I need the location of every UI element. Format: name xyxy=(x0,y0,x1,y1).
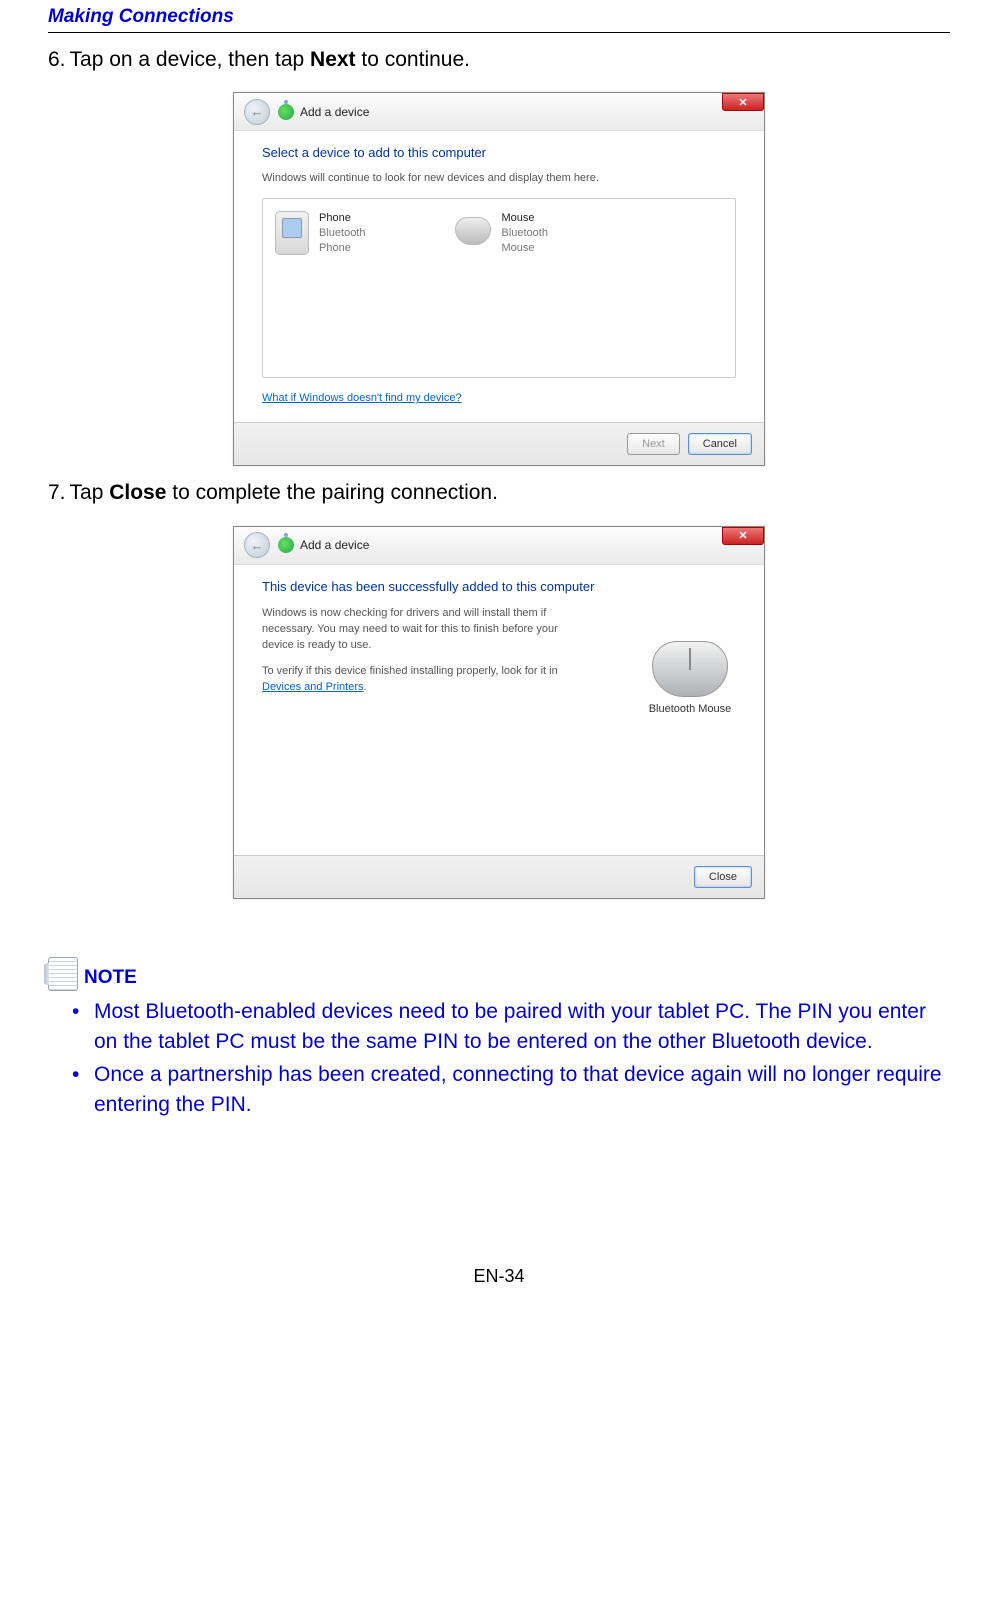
note-header: NOTE xyxy=(48,957,950,991)
success-p2a: To verify if this device finished instal… xyxy=(262,665,558,677)
device-preview: Bluetooth Mouse xyxy=(644,641,736,715)
dialog-footer: Next Cancel xyxy=(234,422,764,465)
dialog-heading: Select a device to add to this computer xyxy=(262,145,736,160)
dialog-heading: This device has been successfully added … xyxy=(262,579,736,594)
device-line2: Bluetooth xyxy=(319,226,365,241)
devices-printers-link[interactable]: Devices and Printers xyxy=(262,681,364,693)
back-button[interactable]: ← xyxy=(244,99,270,125)
success-p2b: . xyxy=(364,681,367,693)
dialog-subtext: Windows will continue to look for new de… xyxy=(262,172,736,184)
page-number: EN-34 xyxy=(48,1266,950,1317)
device-list: Phone Bluetooth Phone Mouse Bluetooth Mo… xyxy=(262,198,736,378)
step-6-after: to continue. xyxy=(356,48,470,71)
step-7-bold: Close xyxy=(109,481,166,504)
step-7-before: Tap xyxy=(70,481,110,504)
dialog-body: This device has been successfully added … xyxy=(234,565,764,855)
dialog-body: Select a device to add to this computer … xyxy=(234,131,764,422)
step-7-text: Tap Close to complete the pairing connec… xyxy=(70,478,498,507)
step-6-text: Tap on a device, then tap Next to contin… xyxy=(70,45,470,74)
note-list: Most Bluetooth-enabled devices need to b… xyxy=(48,997,950,1120)
dialog-title: Add a device xyxy=(300,105,369,119)
help-link[interactable]: What if Windows doesn't find my device? xyxy=(262,392,462,404)
device-line3: Mouse xyxy=(501,241,547,256)
close-button[interactable]: Close xyxy=(694,866,752,888)
device-name: Phone xyxy=(319,211,365,226)
mouse-large-icon xyxy=(652,641,728,697)
dialog-title: Add a device xyxy=(300,538,369,552)
close-icon[interactable]: ✕ xyxy=(722,527,764,545)
step-7: 7. Tap Close to complete the pairing con… xyxy=(48,478,950,507)
device-item-phone[interactable]: Phone Bluetooth Phone xyxy=(275,211,365,365)
mouse-icon xyxy=(455,217,491,245)
dialog-titlebar: ← Add a device ✕ xyxy=(234,93,764,131)
page-header: Making Connections xyxy=(48,0,950,33)
step-6-number: 6. xyxy=(48,45,66,74)
note-item: Most Bluetooth-enabled devices need to b… xyxy=(72,997,950,1057)
success-p2: To verify if this device finished instal… xyxy=(262,664,582,696)
device-name: Mouse xyxy=(501,211,547,226)
back-button[interactable]: ← xyxy=(244,532,270,558)
step-7-number: 7. xyxy=(48,478,66,507)
add-device-icon xyxy=(278,104,294,120)
close-icon[interactable]: ✕ xyxy=(722,93,764,111)
step-7-after: to complete the pairing connection. xyxy=(166,481,498,504)
step-6-before: Tap on a device, then tap xyxy=(70,48,311,71)
add-device-dialog-select: ← Add a device ✕ Select a device to add … xyxy=(233,92,765,466)
device-labels: Phone Bluetooth Phone xyxy=(319,211,365,365)
device-line3: Phone xyxy=(319,241,365,256)
note-label: NOTE xyxy=(84,967,137,991)
device-item-mouse[interactable]: Mouse Bluetooth Mouse xyxy=(455,211,547,365)
step-6-bold: Next xyxy=(310,48,356,71)
device-caption: Bluetooth Mouse xyxy=(644,703,736,715)
dialog-titlebar: ← Add a device ✕ xyxy=(234,527,764,565)
device-labels: Mouse Bluetooth Mouse xyxy=(501,211,547,365)
add-device-dialog-success: ← Add a device ✕ This device has been su… xyxy=(233,526,765,899)
step-6: 6. Tap on a device, then tap Next to con… xyxy=(48,45,950,74)
note-section: NOTE Most Bluetooth-enabled devices need… xyxy=(48,957,950,1120)
cancel-button[interactable]: Cancel xyxy=(688,433,752,455)
success-p1: Windows is now checking for drivers and … xyxy=(262,606,572,654)
add-device-icon xyxy=(278,537,294,553)
device-line2: Bluetooth xyxy=(501,226,547,241)
next-button[interactable]: Next xyxy=(627,433,680,455)
phone-icon xyxy=(275,211,309,255)
note-icon xyxy=(48,957,78,991)
dialog-footer: Close xyxy=(234,855,764,898)
note-item: Once a partnership has been created, con… xyxy=(72,1060,950,1120)
